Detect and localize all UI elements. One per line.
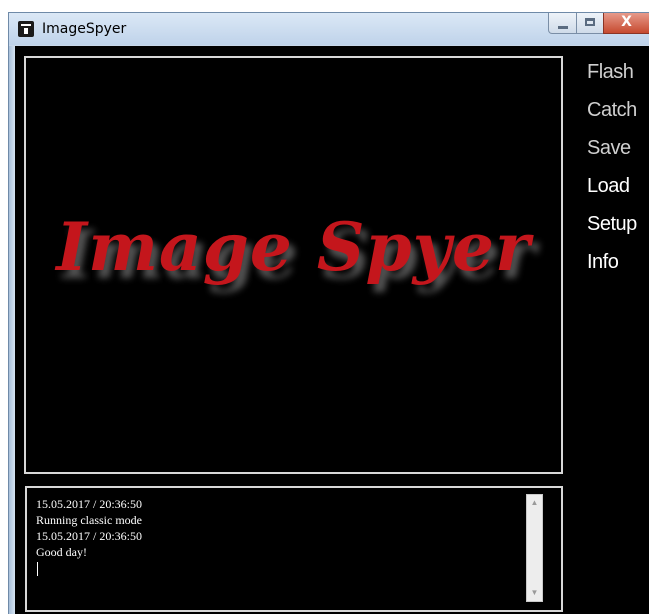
minimize-button[interactable] [548,13,577,34]
log-line: Good day! [36,545,87,559]
flash-button[interactable]: Flash [587,60,637,85]
window-title: ImageSpyer [42,21,127,37]
catch-button[interactable]: Catch [587,98,637,123]
close-icon: X [621,14,632,30]
scroll-up-icon[interactable]: ▲ [527,495,542,511]
maximize-icon [585,18,595,26]
log-line: 15.05.2017 / 20:36:50 [36,497,143,511]
log-line: 15.05.2017 / 20:36:50 [36,529,143,543]
info-button[interactable]: Info [587,250,637,275]
log-line: Running classic mode [36,513,142,527]
client-area: Image Spyer 15.05.2017 / 20:36:50 Runnin… [15,46,649,614]
app-window: ImageSpyer X Image Spyer 15.05.2017 / 20… [8,12,649,614]
scroll-down-icon[interactable]: ▼ [527,585,542,601]
load-button[interactable]: Load [587,174,637,199]
text-caret [37,562,38,576]
log-panel[interactable]: 15.05.2017 / 20:36:50 Running classic mo… [25,486,563,612]
close-button[interactable]: X [603,13,649,34]
save-button[interactable]: Save [587,136,637,161]
image-spyer-logo: Image Spyer [56,208,531,286]
maximize-button[interactable] [576,13,604,34]
log-text[interactable]: 15.05.2017 / 20:36:50 Running classic mo… [36,496,142,560]
setup-button[interactable]: Setup [587,212,637,237]
title-bar[interactable]: ImageSpyer X [9,13,649,45]
image-preview-panel: Image Spyer [24,56,563,474]
app-icon [18,21,34,37]
side-menu: Flash Catch Save Load Setup Info [587,60,637,288]
log-scrollbar[interactable]: ▲ ▼ [526,494,543,602]
minimize-icon [558,26,568,29]
